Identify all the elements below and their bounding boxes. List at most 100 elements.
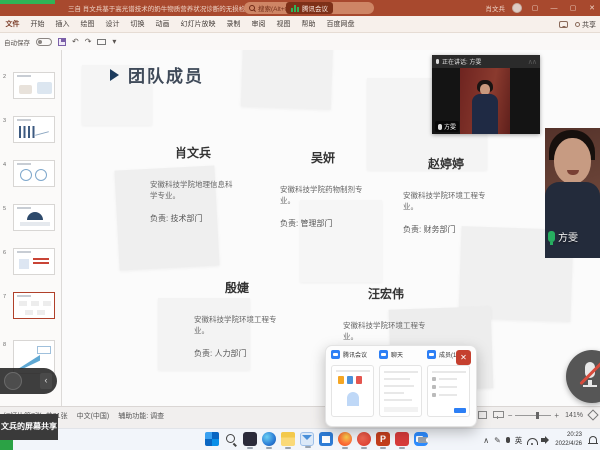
tab-insert[interactable]: 插入 bbox=[50, 16, 75, 33]
volume-icon[interactable] bbox=[541, 436, 550, 445]
tray-expand-chevron-icon[interactable]: ∧ bbox=[483, 436, 489, 445]
slide-title-box[interactable]: 团队成员 bbox=[110, 62, 204, 87]
taskbar-clock[interactable]: 20:23 2022/4/26 bbox=[555, 431, 582, 449]
account-avatar[interactable] bbox=[512, 3, 522, 13]
chat-window-preview[interactable] bbox=[379, 365, 422, 417]
member-card-4[interactable]: 殷婕 安徽科技学院环境工程专业。 负责: 人力部门 bbox=[194, 279, 280, 359]
member-desc: 安徽科技学院地理信息科学专业。 bbox=[150, 179, 236, 202]
chat-app-icon bbox=[379, 350, 388, 359]
member-name: 吴妍 bbox=[280, 149, 366, 166]
thumbnail-preview[interactable] bbox=[13, 160, 55, 187]
edge-icon[interactable] bbox=[262, 432, 276, 446]
tab-help[interactable]: 帮助 bbox=[296, 16, 321, 33]
member-role: 负责: 管理部门 bbox=[280, 218, 366, 229]
members-app-icon bbox=[427, 350, 436, 359]
tab-view[interactable]: 视图 bbox=[271, 16, 296, 33]
preview-window-chat[interactable]: 聊天 bbox=[379, 350, 423, 359]
member-card-2[interactable]: 吴妍 安徽科技学院药物制剂专业。 负责: 管理部门 bbox=[280, 149, 366, 229]
zoom-out-icon[interactable]: − bbox=[508, 411, 513, 420]
member-card-5[interactable]: 汪宏伟 安徽科技学院环境工程专业。 bbox=[343, 285, 429, 354]
notification-bell-icon[interactable] bbox=[589, 436, 597, 444]
comments-icon[interactable] bbox=[559, 21, 568, 28]
redo-icon[interactable]: ↷ bbox=[85, 33, 92, 50]
tab-review[interactable]: 审阅 bbox=[246, 16, 271, 33]
tab-design[interactable]: 设计 bbox=[100, 16, 125, 33]
tab-home[interactable]: 开始 bbox=[25, 16, 50, 33]
restore-button[interactable]: ▢ bbox=[567, 4, 579, 12]
members-window-preview[interactable] bbox=[427, 365, 470, 417]
member-card-1[interactable]: 肖文兵 安徽科技学院地理信息科学专业。 负责: 技术部门 bbox=[150, 144, 236, 224]
zoom-level[interactable]: 141% bbox=[565, 412, 583, 419]
tray-mic-icon[interactable] bbox=[506, 437, 510, 443]
thumbnail-preview-selected[interactable] bbox=[13, 292, 55, 319]
meeting-app-icon bbox=[331, 350, 340, 359]
wifi-icon[interactable] bbox=[527, 436, 536, 445]
thumbnail-preview[interactable] bbox=[13, 72, 55, 99]
tab-transitions[interactable]: 切换 bbox=[125, 16, 150, 33]
dark-app-icon[interactable] bbox=[243, 432, 257, 446]
meeting-floating-badge[interactable]: 腾讯会议 bbox=[286, 2, 333, 14]
member-desc: 安徽科技学院环境工程专业。 bbox=[194, 314, 280, 337]
thumbnail-preview[interactable] bbox=[13, 248, 55, 275]
decorative-square bbox=[241, 50, 333, 110]
tab-file[interactable]: 文件 bbox=[0, 16, 25, 33]
firefox-icon[interactable] bbox=[338, 432, 352, 446]
member-desc: 安徽科技学院环境工程专业。 bbox=[343, 320, 429, 343]
slideshow-from-start-icon[interactable] bbox=[97, 39, 106, 45]
taskbar-search-icon[interactable] bbox=[224, 432, 238, 446]
mail-icon[interactable] bbox=[300, 432, 314, 446]
thumbnail-number: 3 bbox=[3, 118, 6, 124]
preview-label: 腾讯会议 bbox=[343, 350, 367, 359]
slideshow-view-button[interactable] bbox=[493, 411, 502, 419]
preview-window-meeting[interactable]: 腾讯会议 bbox=[331, 350, 375, 359]
meeting-floating-pill[interactable]: ‹ bbox=[0, 368, 57, 394]
screenshare-banner: 文兵的屏幕共享 bbox=[0, 414, 58, 440]
preview-label: 聊天 bbox=[391, 350, 403, 359]
thumbnail-preview[interactable] bbox=[13, 204, 55, 231]
powerpoint-icon[interactable]: P bbox=[376, 432, 390, 446]
minimize-button[interactable]: — bbox=[548, 5, 560, 12]
member-name: 肖文兵 bbox=[150, 144, 236, 161]
tab-record[interactable]: 录制 bbox=[221, 16, 246, 33]
participant-nametag: 方雯 bbox=[548, 229, 578, 244]
input-language-indicator[interactable]: 英 bbox=[515, 435, 523, 446]
red-app-icon[interactable] bbox=[357, 432, 371, 446]
save-icon[interactable] bbox=[58, 38, 66, 46]
qat-customize-dropdown-icon[interactable]: ▾ bbox=[112, 33, 116, 50]
accessibility-status[interactable]: 辅助功能: 调查 bbox=[118, 411, 164, 421]
wps-icon[interactable] bbox=[395, 432, 409, 446]
speaker-video: 方雯 bbox=[432, 68, 540, 134]
close-preview-button[interactable]: ✕ bbox=[456, 350, 471, 365]
thumbnail-preview[interactable] bbox=[13, 116, 55, 143]
tab-slideshow[interactable]: 幻灯片放映 bbox=[175, 16, 221, 33]
store-icon[interactable] bbox=[319, 432, 333, 446]
member-card-3[interactable]: 赵婷婷 安徽科技学院环境工程专业。 负责: 财务部门 bbox=[403, 155, 489, 235]
member-name: 汪宏伟 bbox=[343, 285, 429, 302]
meeting-video-thumbnail[interactable]: 正在讲话: 方雯 ∧∧ 方雯 bbox=[432, 55, 540, 134]
statusbar: 幻灯片第7张, 共21张 中文(中国) 辅助功能: 调查 备注 − + 141% bbox=[0, 406, 600, 428]
tab-animations[interactable]: 动画 bbox=[150, 16, 175, 33]
thumbnail-number: 8 bbox=[3, 342, 6, 348]
fit-to-window-icon[interactable] bbox=[587, 409, 598, 420]
start-button[interactable] bbox=[205, 432, 219, 446]
language-indicator[interactable]: 中文(中国) bbox=[77, 411, 110, 421]
autosave-toggle[interactable] bbox=[36, 38, 52, 46]
zoom-slider-handle[interactable] bbox=[536, 412, 539, 419]
ribbon-display-options-icon[interactable]: ▢ bbox=[529, 4, 541, 12]
tab-draw[interactable]: 绘图 bbox=[75, 16, 100, 33]
zoom-in-icon[interactable]: + bbox=[554, 411, 559, 420]
collapse-left-icon[interactable]: ‹ bbox=[40, 373, 52, 389]
close-button[interactable]: ✕ bbox=[586, 4, 598, 12]
tencent-meeting-icon[interactable] bbox=[414, 432, 428, 446]
collapse-chevrons-icon[interactable]: ∧∧ bbox=[528, 58, 536, 66]
zoom-slider[interactable]: − + bbox=[508, 411, 559, 420]
tab-baidu-netdisk[interactable]: 百度网盘 bbox=[321, 16, 360, 33]
share-button[interactable]: 共享 bbox=[575, 20, 596, 30]
pen-icon[interactable]: ✎ bbox=[494, 436, 501, 445]
side-video-panel[interactable]: 方雯 bbox=[545, 128, 600, 258]
undo-icon[interactable]: ↶ bbox=[72, 33, 79, 50]
reading-view-button[interactable] bbox=[478, 411, 487, 419]
file-explorer-icon[interactable] bbox=[281, 432, 295, 446]
account-name[interactable]: 肖文兵 bbox=[486, 3, 506, 13]
meeting-window-preview[interactable] bbox=[331, 365, 374, 417]
